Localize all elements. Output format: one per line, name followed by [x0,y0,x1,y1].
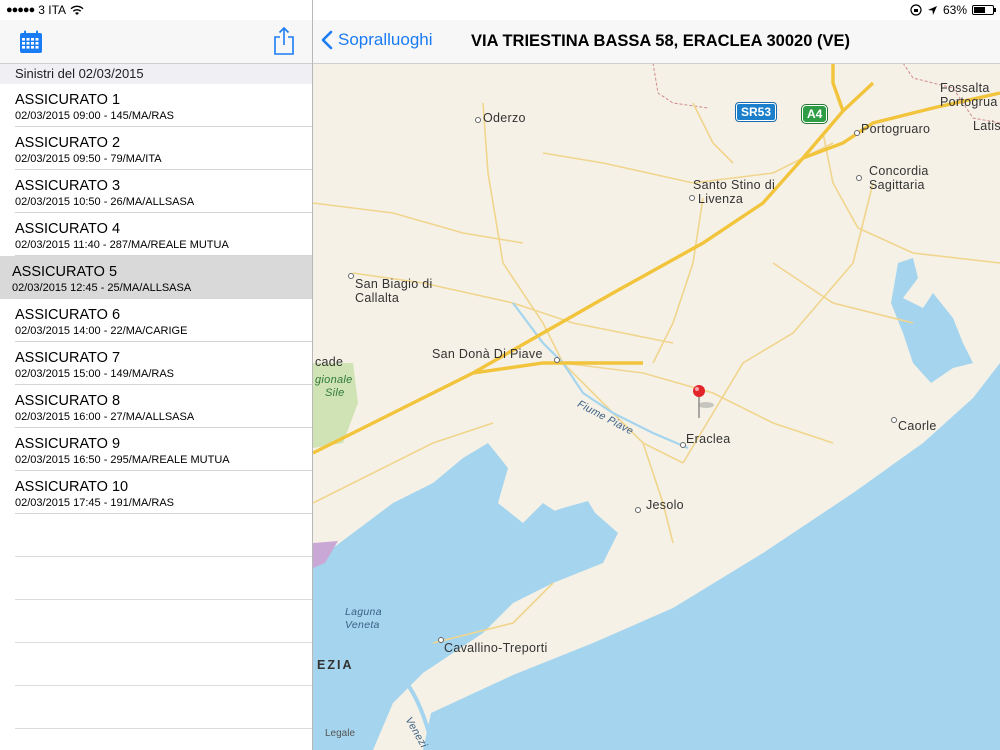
list-item[interactable]: ASSICURATO 10 02/03/2015 17:45 - 191/MA/R… [0,471,312,514]
list-item-subtitle: 02/03/2015 09:50 - 79/MA/ITA [15,153,162,165]
map-label-laguna-2: Veneta [345,619,380,631]
navigation-bar: Sopralluoghi VIA TRIESTINA BASSA 58, ERA… [313,20,1000,64]
map-label-eraclea: Eraclea [686,432,731,446]
carrier-name: 3 ITA [38,3,67,17]
map-label-santo-stino-1: Santo Stino di [693,178,776,192]
map-label-santo-stino-2: Livenza [698,192,744,206]
row-separator [15,728,312,729]
share-icon[interactable] [272,26,296,56]
empty-row [0,514,312,557]
wifi-icon [70,5,84,15]
back-button[interactable]: Sopralluoghi [321,30,433,50]
map-label-concordia-2: Sagittaria [869,178,925,192]
list-item-title: ASSICURATO 4 [15,221,121,237]
list-item-subtitle: 02/03/2015 10:50 - 26/MA/ALLSASA [15,196,195,208]
left-toolbar [0,20,312,64]
battery-icon [972,5,996,15]
list-item-subtitle: 02/03/2015 16:00 - 27/MA/ALLSASA [15,411,195,423]
list-item[interactable]: ASSICURATO 4 02/03/2015 11:40 - 287/MA/RE… [0,213,312,256]
list-item-title: ASSICURATO 2 [15,135,121,151]
list-item-title: ASSICURATO 1 [15,92,121,108]
list-item[interactable]: ASSICURATO 1 02/03/2015 09:00 - 145/MA/RA… [0,84,312,127]
list-item[interactable]: ASSICURATO 5 02/03/2015 12:45 - 25/MA/ALL… [0,256,312,299]
list-item-subtitle: 02/03/2015 17:45 - 191/MA/RAS [15,497,174,509]
empty-row [0,686,312,729]
list-item-subtitle: 02/03/2015 11:40 - 287/MA/REALE MUTUA [15,239,229,251]
map-label-concordia-1: Concordia [869,164,929,178]
legal-link[interactable]: Legale [325,728,355,739]
signal-icon: ●●●●● [6,4,35,16]
claims-list: ASSICURATO 1 02/03/2015 09:00 - 145/MA/RA… [0,84,312,729]
fiume-piave-river [512,302,689,450]
map-label-oderzo: Oderzo [483,111,526,125]
status-bar: ●●●●● 3 ITA 63% [0,0,1000,20]
road-shield-a4: A4 [802,105,828,123]
map-label-park-2: Sile [325,387,345,399]
empty-row [0,600,312,643]
road-shield-sr53: SR53 [736,103,777,121]
list-item-title: ASSICURATO 3 [15,178,121,194]
back-button-label: Sopralluoghi [338,30,433,49]
map-label-jesolo: Jesolo [646,498,684,512]
map-label-latis: Latis [973,119,1000,133]
map-label-san-dona: San Donà Di Piave [432,347,543,361]
page-title: VIA TRIESTINA BASSA 58, ERACLEA 30020 (V… [471,32,850,50]
list-item-subtitle: 02/03/2015 15:00 - 149/MA/RAS [15,368,174,380]
boundary-line [652,63,709,109]
map-label-laguna-1: Laguna [345,606,382,618]
map-label-caorle: Caorle [898,419,937,433]
location-arrow-icon [927,5,937,15]
list-item-subtitle: 02/03/2015 12:45 - 25/MA/ALLSASA [12,282,192,294]
list-item[interactable]: ASSICURATO 7 02/03/2015 15:00 - 149/MA/RA… [0,342,312,385]
list-item-title: ASSICURATO 10 [15,479,129,495]
battery-percent: 63% [942,3,967,17]
empty-row [0,643,312,686]
map-label-venezia: EZIA [317,658,354,672]
list-item-title: ASSICURATO 9 [15,436,121,452]
map-label-cade: cade [315,355,344,369]
list-item-subtitle: 02/03/2015 16:50 - 295/MA/REALE MUTUA [15,454,230,466]
list-item[interactable]: ASSICURATO 9 02/03/2015 16:50 - 295/MA/RE… [0,428,312,471]
rotation-lock-icon [910,4,922,16]
map-label-cavallino: Cavallino-Treporti [444,641,548,655]
list-item-subtitle: 02/03/2015 09:00 - 145/MA/RAS [15,110,174,122]
list-item-title: ASSICURATO 5 [12,264,118,280]
map-label-park-1: gionale [315,374,353,386]
map-label-san-biagio-1: San Biagio di [355,277,433,291]
detail-panel: Sopralluoghi VIA TRIESTINA BASSA 58, ERA… [313,0,1000,750]
chevron-left-icon [321,30,333,50]
master-panel: Sinistri del 02/03/2015 ASSICURATO 1 02/0… [0,0,313,750]
list-item-title: ASSICURATO 8 [15,393,121,409]
list-item-subtitle: 02/03/2015 14:00 - 22/MA/CARIGE [15,325,188,337]
map-label-fossalta-2: Portogrua [940,95,998,109]
calendar-icon[interactable] [19,30,43,54]
battery-fill [974,7,986,13]
map-label-portogruaro: Portogruaro [861,122,931,136]
list-item[interactable]: ASSICURATO 2 02/03/2015 09:50 - 79/MA/ITA [0,127,312,170]
empty-row [0,557,312,600]
section-header: Sinistri del 02/03/2015 [0,64,312,84]
list-item-title: ASSICURATO 7 [15,350,121,366]
list-item[interactable]: ASSICURATO 6 02/03/2015 14:00 - 22/MA/CAR… [0,299,312,342]
list-item[interactable]: ASSICURATO 3 02/03/2015 10:50 - 26/MA/ALL… [0,170,312,213]
location-pin[interactable] [693,385,714,418]
map-label-san-biagio-2: Callalta [355,291,400,305]
map-view[interactable]: Oderzo Portogruaro Fossalta Portogrua La… [313,63,1000,750]
map-label-fossalta-1: Fossalta [940,81,990,95]
list-item[interactable]: ASSICURATO 8 02/03/2015 16:00 - 27/MA/ALL… [0,385,312,428]
list-item-title: ASSICURATO 6 [15,307,121,323]
